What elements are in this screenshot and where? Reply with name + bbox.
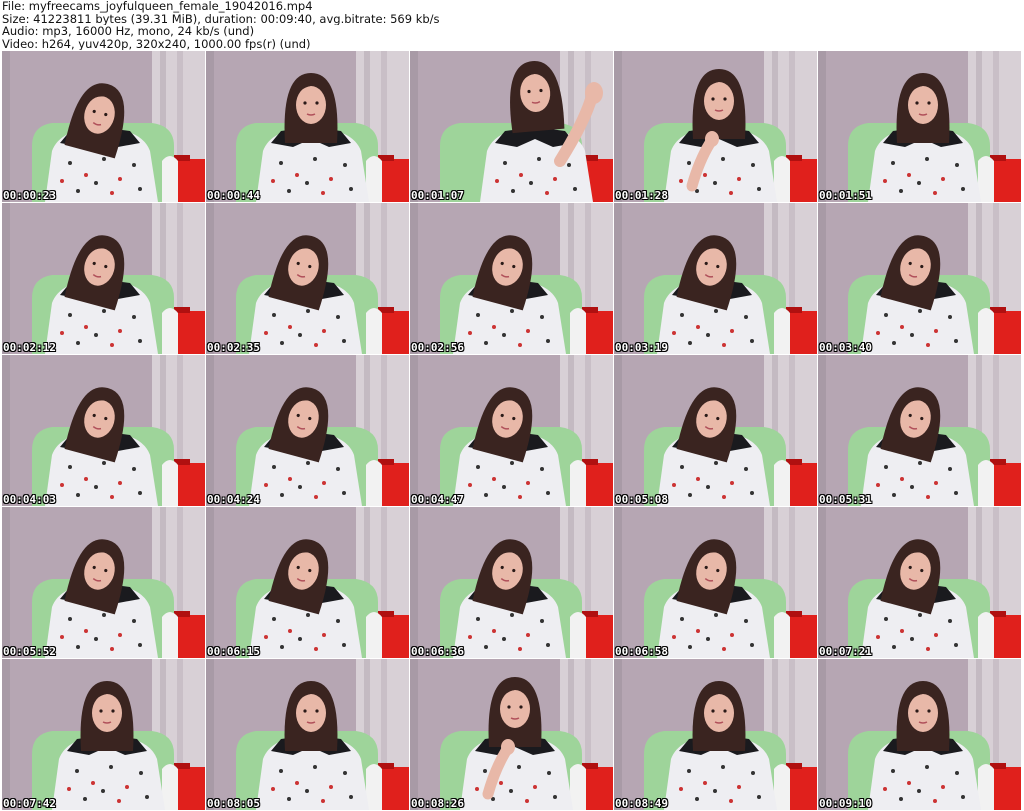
frame-timestamp: 00:06:15 [207, 645, 260, 658]
video-frame-thumbnail: 00:08:26 [410, 659, 613, 810]
frame-timestamp: 00:05:52 [3, 645, 56, 658]
frame-timestamp: 00:05:31 [819, 493, 872, 506]
frame-image [410, 203, 613, 354]
frame-timestamp: 00:02:35 [207, 341, 260, 354]
video-frame-thumbnail: 00:04:03 [2, 355, 205, 506]
frame-image [410, 51, 613, 202]
video-frame-thumbnail: 00:02:12 [2, 203, 205, 354]
video-frame-thumbnail: 00:01:51 [818, 51, 1021, 202]
video-frame-thumbnail: 00:05:08 [614, 355, 817, 506]
video-frame-thumbnail: 00:06:36 [410, 507, 613, 658]
video-frame-thumbnail: 00:07:42 [2, 659, 205, 810]
frame-timestamp: 00:02:12 [3, 341, 56, 354]
frame-timestamp: 00:07:42 [3, 797, 56, 810]
frame-timestamp: 00:08:26 [411, 797, 464, 810]
frame-image [410, 355, 613, 506]
video-frame-thumbnail: 00:03:19 [614, 203, 817, 354]
thumbnail-grid: 00:00:23 00:00:44 00:01:07 00:01:28 00:01:51… [2, 51, 1022, 811]
frame-image [2, 507, 205, 658]
frame-timestamp: 00:04:47 [411, 493, 464, 506]
frame-image [614, 507, 817, 658]
frame-image [206, 51, 409, 202]
frame-timestamp: 00:03:40 [819, 341, 872, 354]
video-frame-thumbnail: 00:04:47 [410, 355, 613, 506]
video-info-line: Video: h264, yuv420p, 320x240, 1000.00 f… [2, 37, 311, 50]
video-frame-thumbnail: 00:05:31 [818, 355, 1021, 506]
frame-image [206, 203, 409, 354]
frame-timestamp: 00:00:44 [207, 189, 260, 202]
frame-image [2, 355, 205, 506]
video-frame-thumbnail: 00:02:35 [206, 203, 409, 354]
frame-image [818, 659, 1021, 810]
video-frame-thumbnail: 00:04:24 [206, 355, 409, 506]
frame-image [206, 507, 409, 658]
frame-timestamp: 00:06:36 [411, 645, 464, 658]
frame-timestamp: 00:07:21 [819, 645, 872, 658]
frame-image [410, 507, 613, 658]
frame-image [2, 51, 205, 202]
frame-image [2, 659, 205, 810]
frame-image [206, 659, 409, 810]
frame-timestamp: 00:04:03 [3, 493, 56, 506]
frame-image [410, 659, 613, 810]
frame-timestamp: 00:05:08 [615, 493, 668, 506]
video-frame-thumbnail: 00:08:49 [614, 659, 817, 810]
frame-image [614, 659, 817, 810]
frame-image [818, 51, 1021, 202]
frame-image [614, 203, 817, 354]
video-frame-thumbnail: 00:00:44 [206, 51, 409, 202]
file-info-header: File: myfreecams_joyfulqueen_female_1904… [2, 0, 1022, 50]
video-frame-thumbnail: 00:06:58 [614, 507, 817, 658]
frame-timestamp: 00:06:58 [615, 645, 668, 658]
frame-timestamp: 00:08:05 [207, 797, 260, 810]
frame-timestamp: 00:04:24 [207, 493, 260, 506]
file-name-line: File: myfreecams_joyfulqueen_female_1904… [2, 0, 313, 13]
audio-info-line: Audio: mp3, 16000 Hz, mono, 24 kb/s (und… [2, 25, 255, 38]
frame-timestamp: 00:03:19 [615, 341, 668, 354]
video-frame-thumbnail: 00:00:23 [2, 51, 205, 202]
video-frame-thumbnail: 00:08:05 [206, 659, 409, 810]
frame-image [818, 355, 1021, 506]
frame-image [818, 203, 1021, 354]
frame-image [206, 355, 409, 506]
frame-timestamp: 00:09:10 [819, 797, 872, 810]
frame-timestamp: 00:01:28 [615, 189, 668, 202]
video-frame-thumbnail: 00:02:56 [410, 203, 613, 354]
frame-image [818, 507, 1021, 658]
video-frame-thumbnail: 00:01:28 [614, 51, 817, 202]
frame-image [614, 355, 817, 506]
frame-image [614, 51, 817, 202]
video-frame-thumbnail: 00:06:15 [206, 507, 409, 658]
frame-timestamp: 00:01:51 [819, 189, 872, 202]
video-frame-thumbnail: 00:07:21 [818, 507, 1021, 658]
frame-image [2, 203, 205, 354]
file-size-line: Size: 41223811 bytes (39.31 MiB), durati… [2, 12, 440, 25]
frame-timestamp: 00:01:07 [411, 189, 464, 202]
video-frame-thumbnail: 00:05:52 [2, 507, 205, 658]
frame-timestamp: 00:02:56 [411, 341, 464, 354]
video-frame-thumbnail: 00:03:40 [818, 203, 1021, 354]
video-frame-thumbnail: 00:09:10 [818, 659, 1021, 810]
video-frame-thumbnail: 00:01:07 [410, 51, 613, 202]
frame-timestamp: 00:00:23 [3, 189, 56, 202]
frame-timestamp: 00:08:49 [615, 797, 668, 810]
